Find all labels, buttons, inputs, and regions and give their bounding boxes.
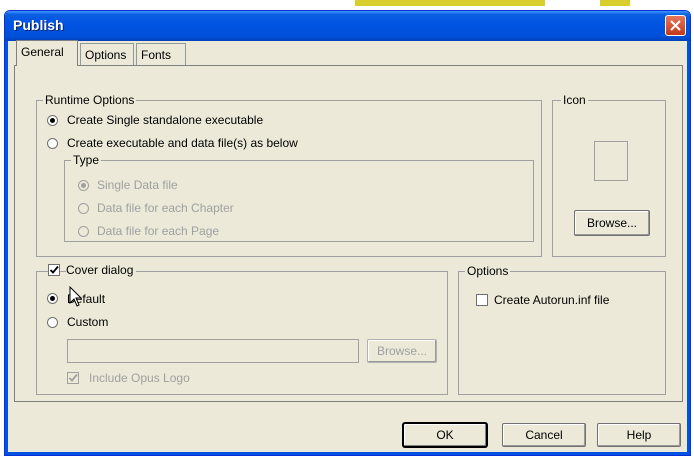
cancel-button[interactable]: Cancel — [502, 423, 586, 447]
data-file-per-page-label[interactable]: Data file for each Page — [97, 224, 219, 238]
data-file-per-page-radio[interactable] — [78, 226, 89, 237]
help-button[interactable]: Help — [597, 423, 681, 447]
tab-options-label: Options — [85, 48, 127, 62]
tab-general-label: General — [21, 45, 64, 59]
autorun-label[interactable]: Create Autorun.inf file — [494, 293, 609, 307]
cover-dialog-label[interactable]: Cover dialog — [66, 263, 137, 277]
cover-path-input[interactable] — [67, 339, 359, 363]
background-window-strip — [355, 0, 545, 6]
checkmark-icon — [49, 265, 59, 274]
cover-browse-button[interactable]: Browse... — [367, 339, 437, 363]
cover-dialog-checkbox[interactable] — [48, 264, 60, 276]
icon-preview — [594, 141, 628, 181]
runtime-options-legend: Runtime Options — [43, 93, 137, 107]
single-data-file-label[interactable]: Single Data file — [97, 178, 178, 192]
close-icon — [670, 20, 681, 31]
tab-options[interactable]: Options — [80, 43, 134, 65]
ok-button[interactable]: OK — [403, 423, 487, 447]
single-executable-label[interactable]: Create Single standalone executable — [67, 113, 263, 127]
cover-custom-label[interactable]: Custom — [67, 315, 108, 329]
executable-and-data-label[interactable]: Create executable and data file(s) as be… — [67, 136, 298, 150]
icon-browse-button[interactable]: Browse... — [574, 210, 650, 236]
single-data-file-radio[interactable] — [78, 180, 89, 191]
tab-fonts[interactable]: Fonts — [136, 43, 186, 65]
include-logo-label[interactable]: Include Opus Logo — [89, 371, 190, 385]
tab-fonts-label: Fonts — [141, 48, 172, 62]
executable-and-data-radio[interactable] — [47, 138, 58, 149]
autorun-checkbox[interactable] — [476, 294, 488, 306]
window-border-left — [5, 41, 8, 455]
type-legend: Type — [71, 153, 102, 167]
data-file-per-chapter-radio[interactable] — [78, 203, 89, 214]
window-title: Publish — [13, 17, 64, 33]
background-window-strip — [600, 0, 630, 6]
data-file-per-chapter-label[interactable]: Data file for each Chapter — [97, 201, 234, 215]
mouse-pointer-icon — [69, 286, 83, 307]
single-executable-radio[interactable] — [47, 115, 58, 126]
include-logo-checkbox[interactable] — [67, 372, 79, 384]
title-bar[interactable]: Publish — [5, 11, 690, 41]
cover-default-radio[interactable] — [47, 293, 58, 304]
tab-general[interactable]: General — [16, 40, 78, 66]
options-legend: Options — [465, 264, 511, 278]
window-border-right — [687, 41, 690, 455]
close-button[interactable] — [665, 15, 686, 36]
icon-legend: Icon — [561, 93, 588, 107]
checkmark-icon — [68, 373, 78, 382]
cover-custom-radio[interactable] — [47, 317, 58, 328]
window-border-bottom — [5, 452, 690, 455]
options-group: Options — [458, 264, 666, 395]
